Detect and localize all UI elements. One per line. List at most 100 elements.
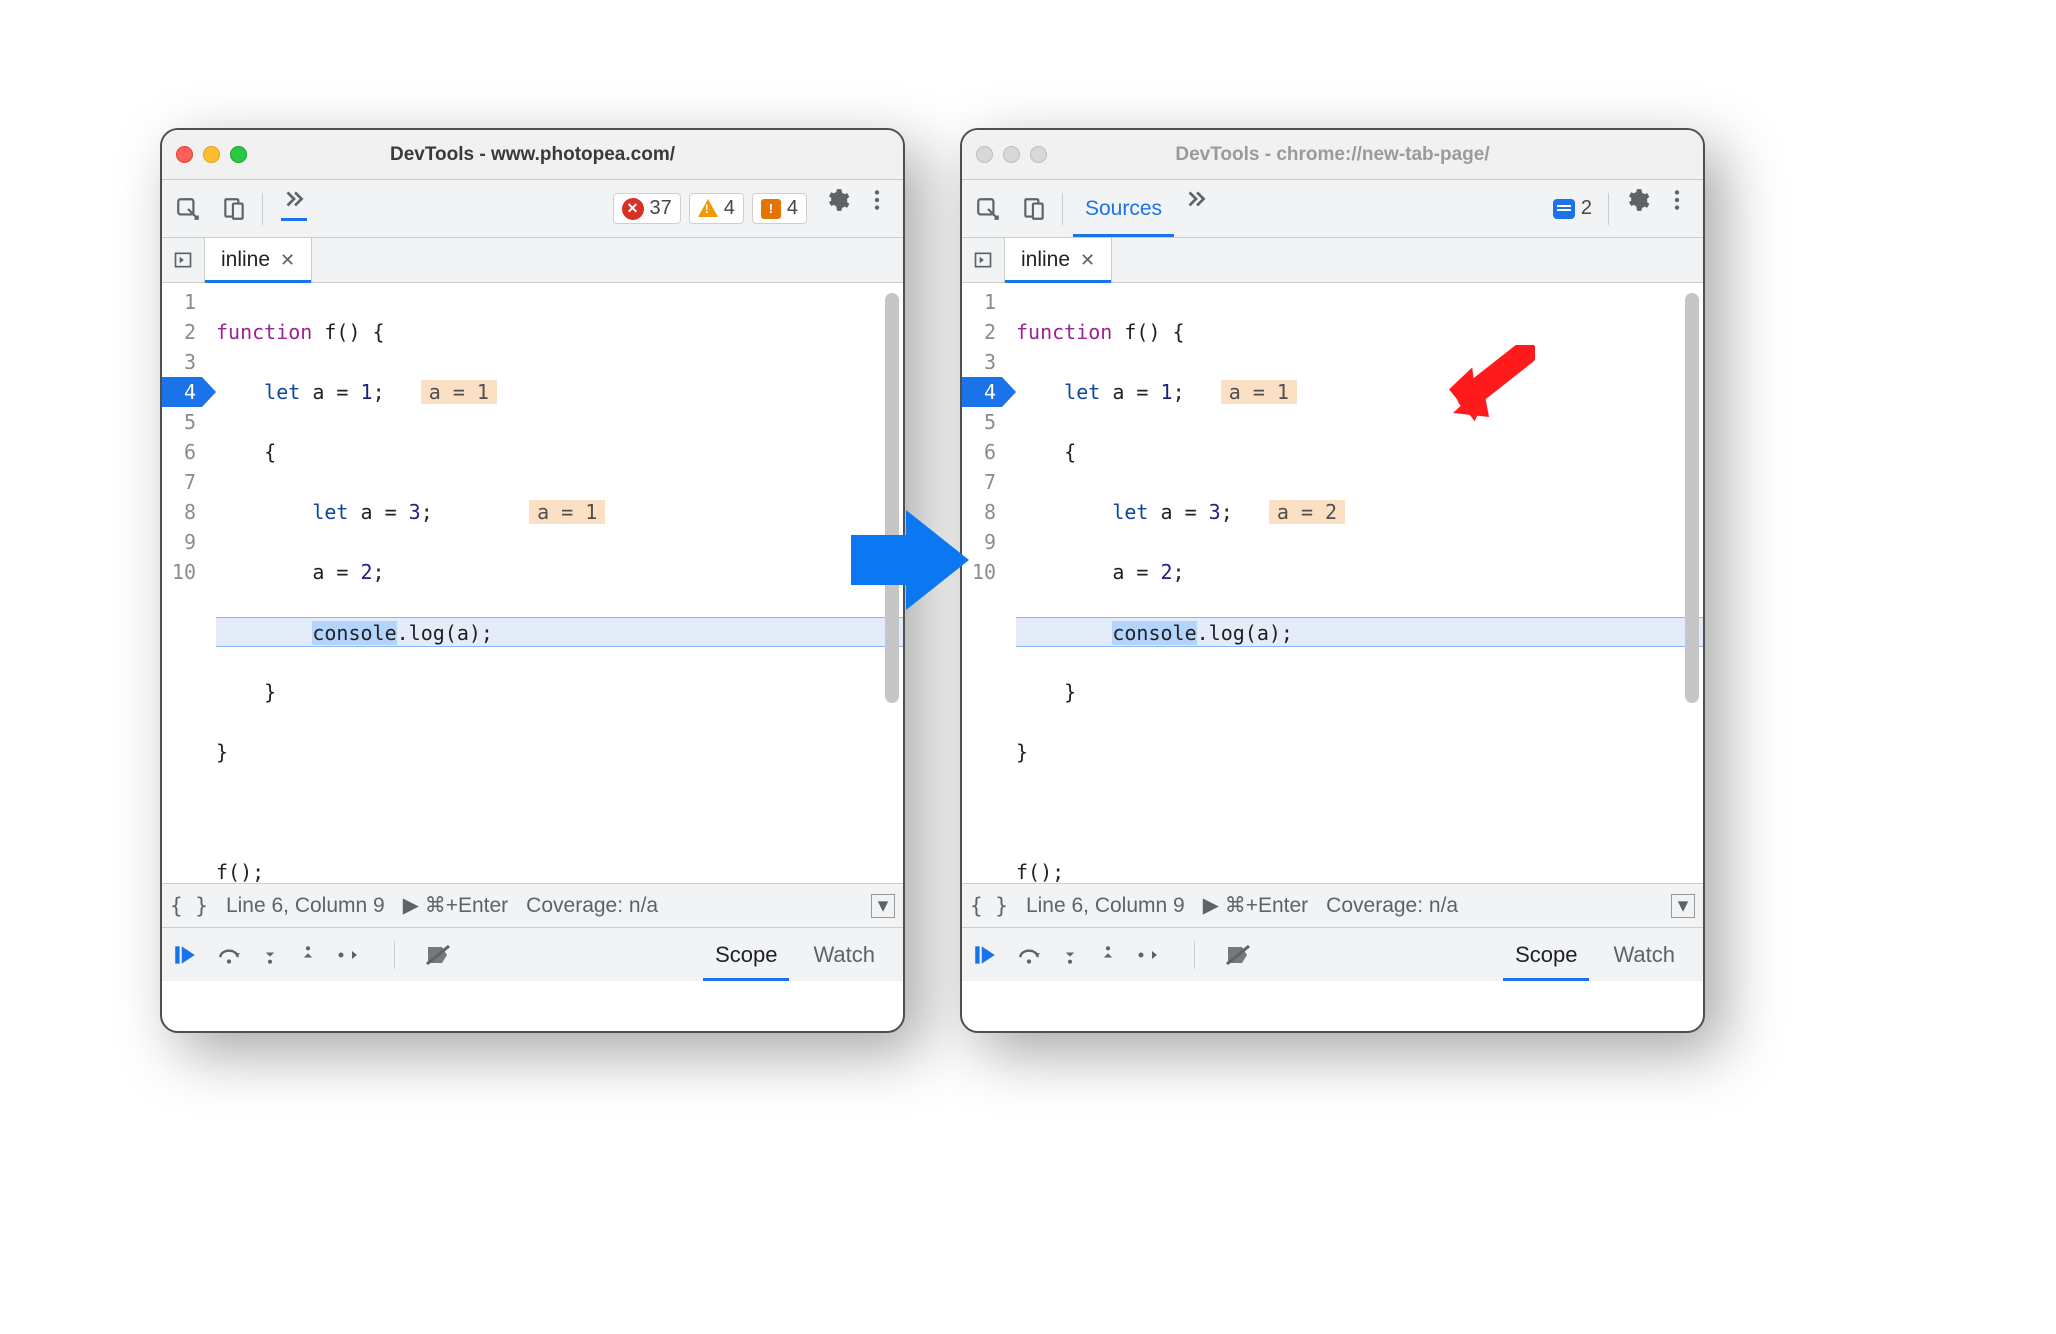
code-line xyxy=(216,797,903,827)
selected-token: console xyxy=(1112,621,1196,645)
tab-scope[interactable]: Scope xyxy=(1497,928,1595,981)
more-tabs-chevron-icon[interactable] xyxy=(271,180,317,220)
issues-count-button[interactable]: ! 4 xyxy=(752,193,807,224)
line-number: 9 xyxy=(162,527,196,557)
window-title: DevTools - chrome://new-tab-page/ xyxy=(962,144,1703,166)
scrollbar-thumb[interactable] xyxy=(885,293,899,703)
code-line: } xyxy=(1016,677,1703,707)
messages-count-button[interactable]: 2 xyxy=(1545,180,1600,237)
line-gutter: 1 2 3 4 5 6 7 8 9 10 xyxy=(162,283,202,883)
main-toolbar: ✕ 37 4 ! 4 xyxy=(162,180,903,238)
more-tabs-chevron-icon[interactable] xyxy=(1176,180,1216,220)
window-title: DevTools - www.photopea.com/ xyxy=(162,144,903,166)
main-toolbar: Sources 2 xyxy=(962,180,1703,238)
code-line: f(); xyxy=(216,857,903,887)
navigator-toggle-icon[interactable] xyxy=(962,238,1005,282)
issues-count: 4 xyxy=(787,197,798,220)
console-counts: ✕ 37 4 ! 4 xyxy=(613,180,808,237)
code-editor[interactable]: 1 2 3 4 5 6 7 8 9 10 function f() { let … xyxy=(962,283,1703,883)
warning-count: 4 xyxy=(724,197,735,220)
kebab-menu-icon[interactable] xyxy=(1657,180,1697,220)
code-line: { xyxy=(216,437,903,467)
warning-icon xyxy=(698,199,718,217)
minimize-window-button[interactable] xyxy=(1003,146,1020,163)
pretty-print-icon[interactable]: { } xyxy=(970,894,1008,918)
warning-count-button[interactable]: 4 xyxy=(689,193,744,224)
inline-value-hint: a = 2 xyxy=(1269,500,1345,524)
code-line: } xyxy=(216,737,903,767)
kebab-menu-icon[interactable] xyxy=(857,180,897,220)
line-number: 5 xyxy=(962,407,996,437)
execution-line-marker[interactable]: 4 xyxy=(162,377,202,407)
code-area[interactable]: function f() { let a = 1; a = 1 { let a … xyxy=(1002,283,1703,883)
resume-button[interactable] xyxy=(972,942,998,968)
device-toggle-icon[interactable] xyxy=(214,189,254,229)
error-icon: ✕ xyxy=(622,198,644,220)
line-number: 3 xyxy=(162,347,196,377)
inspect-element-icon[interactable] xyxy=(168,189,208,229)
titlebar: DevTools - www.photopea.com/ xyxy=(162,130,903,180)
file-tab-inline[interactable]: inline ✕ xyxy=(205,238,312,282)
messages-count: 2 xyxy=(1581,197,1592,220)
line-number: 3 xyxy=(962,347,996,377)
code-area[interactable]: function f() { let a = 1; a = 1 { let a … xyxy=(202,283,903,883)
inline-value-hint: a = 1 xyxy=(1221,380,1297,404)
tab-scope[interactable]: Scope xyxy=(697,928,795,981)
line-number: 1 xyxy=(962,287,996,317)
line-number: 8 xyxy=(162,497,196,527)
code-line: let a = 1; a = 1 xyxy=(216,377,903,407)
line-number: 2 xyxy=(962,317,996,347)
zoom-window-button[interactable] xyxy=(1030,146,1047,163)
line-number: 7 xyxy=(162,467,196,497)
pretty-print-icon[interactable]: { } xyxy=(170,894,208,918)
line-number: 6 xyxy=(162,437,196,467)
navigator-toggle-icon[interactable] xyxy=(162,238,205,282)
code-line: } xyxy=(1016,737,1703,767)
code-editor[interactable]: 1 2 3 4 5 6 7 8 9 10 function f() { let … xyxy=(162,283,903,883)
file-tab-inline[interactable]: inline ✕ xyxy=(1005,238,1112,282)
titlebar: DevTools - chrome://new-tab-page/ xyxy=(962,130,1703,180)
line-number: 7 xyxy=(962,467,996,497)
zoom-window-button[interactable] xyxy=(230,146,247,163)
settings-gear-icon[interactable] xyxy=(1617,180,1657,220)
resume-button[interactable] xyxy=(172,942,198,968)
device-toggle-icon[interactable] xyxy=(1014,189,1054,229)
settings-gear-icon[interactable] xyxy=(817,180,857,220)
close-window-button[interactable] xyxy=(976,146,993,163)
file-tab-label: inline xyxy=(221,248,270,272)
code-line-highlighted: console.log(a); xyxy=(1016,617,1703,647)
code-line: } xyxy=(216,677,903,707)
inspect-element-icon[interactable] xyxy=(968,189,1008,229)
tab-sources[interactable]: Sources xyxy=(1071,180,1176,237)
toolbar-divider xyxy=(1608,193,1609,225)
traffic-lights xyxy=(176,146,247,163)
code-line: function f() { xyxy=(216,317,903,347)
close-tab-icon[interactable]: ✕ xyxy=(280,250,295,271)
error-count-button[interactable]: ✕ 37 xyxy=(613,193,681,224)
line-number: 2 xyxy=(162,317,196,347)
execution-line-marker[interactable]: 4 xyxy=(962,377,1002,407)
code-line xyxy=(1016,797,1703,827)
code-line: let a = 3; a = 2 xyxy=(1016,497,1703,527)
issues-icon: ! xyxy=(761,199,781,219)
toolbar-divider xyxy=(262,193,263,225)
minimize-window-button[interactable] xyxy=(203,146,220,163)
toolbar-divider xyxy=(1062,193,1063,225)
traffic-lights xyxy=(976,146,1047,163)
close-window-button[interactable] xyxy=(176,146,193,163)
code-line: let a = 1; a = 1 xyxy=(1016,377,1703,407)
messages-icon xyxy=(1553,199,1575,219)
line-number: 10 xyxy=(162,557,196,587)
file-tab-row: inline ✕ xyxy=(162,238,903,283)
annotation-arrow-icon xyxy=(1445,345,1535,425)
selected-token: console xyxy=(312,621,396,645)
code-line: a = 2; xyxy=(216,557,903,587)
file-tab-label: inline xyxy=(1021,248,1070,272)
code-line: a = 2; xyxy=(1016,557,1703,587)
inline-value-hint: a = 1 xyxy=(529,500,605,524)
close-tab-icon[interactable]: ✕ xyxy=(1080,250,1095,271)
code-line: let a = 3; a = 1 xyxy=(216,497,903,527)
inline-value-hint: a = 1 xyxy=(421,380,497,404)
code-line: function f() { xyxy=(1016,317,1703,347)
scrollbar-thumb[interactable] xyxy=(1685,293,1699,703)
